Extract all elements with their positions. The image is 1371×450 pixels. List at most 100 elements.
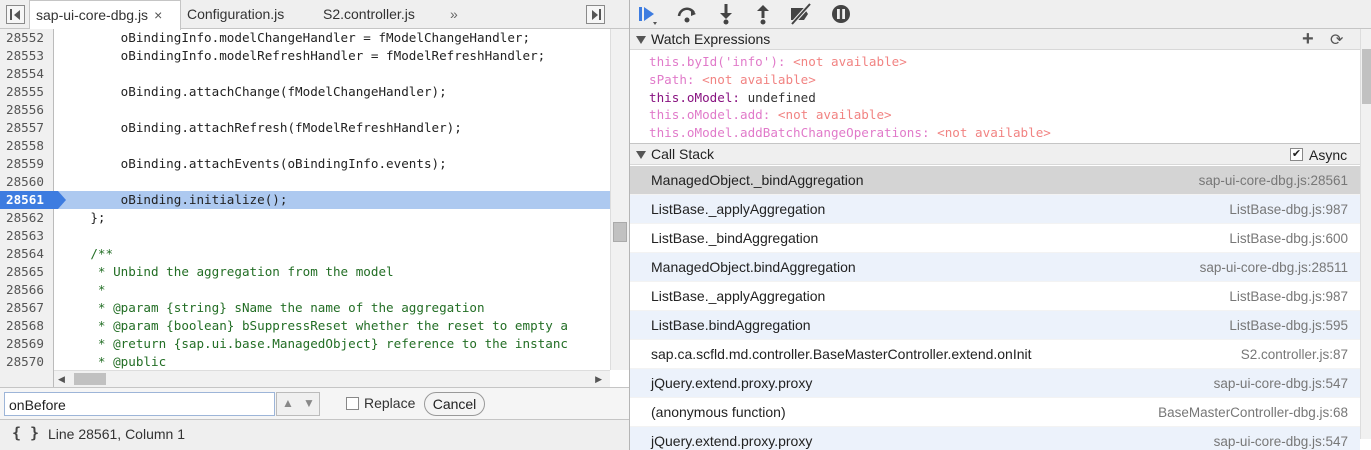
tab-s2-controller[interactable]: S2.controller.js bbox=[317, 0, 415, 29]
search-navigation[interactable]: ▲ ▼ bbox=[276, 392, 320, 416]
code-line[interactable]: 28553 oBindingInfo.modelRefreshHandler =… bbox=[0, 47, 610, 65]
expanded-triangle-icon[interactable] bbox=[636, 36, 646, 44]
step-over-icon[interactable] bbox=[674, 2, 700, 26]
line-number[interactable]: 28564 bbox=[0, 245, 54, 263]
async-checkbox[interactable]: ✔ bbox=[1290, 148, 1303, 161]
code-line[interactable]: 28560 bbox=[0, 173, 610, 191]
line-number[interactable]: 28562 bbox=[0, 209, 54, 227]
tabs-overflow-button[interactable]: » bbox=[450, 0, 458, 29]
call-frame[interactable]: ListBase._bindAggregation ListBase-dbg.js… bbox=[630, 224, 1360, 253]
line-number[interactable]: 28565 bbox=[0, 263, 54, 281]
call-frame-location[interactable]: ListBase-dbg.js:987 bbox=[1229, 195, 1348, 224]
line-number[interactable]: 28559 bbox=[0, 155, 54, 173]
code-line[interactable]: 28554 bbox=[0, 65, 610, 83]
expanded-triangle-icon[interactable] bbox=[636, 151, 646, 159]
code-line[interactable]: 28555 oBinding.attachChange(fModelChange… bbox=[0, 83, 610, 101]
call-frame[interactable]: ListBase._applyAggregation ListBase-dbg.j… bbox=[630, 282, 1360, 311]
code-line[interactable]: 28565 * Unbind the aggregation from the … bbox=[0, 263, 610, 281]
replace-checkbox[interactable] bbox=[346, 397, 359, 410]
cancel-button[interactable]: Cancel bbox=[424, 392, 485, 416]
editor-vertical-scrollbar[interactable] bbox=[610, 29, 629, 370]
resume-icon[interactable] bbox=[634, 2, 660, 26]
sidebar-vertical-scrollbar[interactable] bbox=[1360, 29, 1371, 439]
line-number[interactable]: 28570 bbox=[0, 353, 54, 370]
call-frame[interactable]: jQuery.extend.proxy.proxy sap-ui-core-dbg… bbox=[630, 369, 1360, 398]
line-number[interactable]: 28566 bbox=[0, 281, 54, 299]
code-line[interactable]: 28569 * @return {sap.ui.base.ManagedObje… bbox=[0, 335, 610, 353]
call-frame[interactable]: ListBase._applyAggregation ListBase-dbg.j… bbox=[630, 195, 1360, 224]
scroll-right-icon[interactable]: ▶ bbox=[595, 374, 602, 385]
watch-expression[interactable]: sPath: <not available> bbox=[649, 71, 816, 88]
call-frame[interactable]: ListBase.bindAggregation ListBase-dbg.js:… bbox=[630, 311, 1360, 340]
pause-on-exceptions-icon[interactable] bbox=[828, 2, 854, 26]
call-stack-header[interactable]: Call Stack ✔ Async bbox=[630, 143, 1360, 165]
line-number[interactable]: 28569 bbox=[0, 335, 54, 353]
watch-expression[interactable]: this.oModel.add: <not available> bbox=[649, 106, 892, 123]
call-frame[interactable]: ManagedObject.bindAggregation sap-ui-core… bbox=[630, 253, 1360, 282]
code-line[interactable]: 28568 * @param {boolean} bSuppressReset … bbox=[0, 317, 610, 335]
call-frame-location[interactable]: sap-ui-core-dbg.js:547 bbox=[1214, 369, 1348, 398]
search-input[interactable] bbox=[9, 396, 269, 414]
pretty-print-icon[interactable]: { } bbox=[12, 424, 39, 442]
scrollbar-thumb[interactable] bbox=[1362, 49, 1371, 104]
step-into-icon[interactable] bbox=[713, 2, 739, 26]
code-line[interactable]: 28570 * @public bbox=[0, 353, 610, 370]
watch-expression[interactable]: this.byId('info'): <not available> bbox=[649, 53, 907, 70]
line-number[interactable]: 28561 bbox=[0, 191, 66, 209]
watch-expression[interactable]: this.oModel.addBatchChangeOperations: <n… bbox=[649, 124, 1051, 141]
plus-icon[interactable]: + bbox=[1302, 28, 1314, 51]
call-frame-location[interactable]: ListBase-dbg.js:595 bbox=[1229, 311, 1348, 340]
code-line[interactable]: 28552 oBindingInfo.modelChangeHandler = … bbox=[0, 29, 610, 47]
call-frame-location[interactable]: S2.controller.js:87 bbox=[1241, 340, 1348, 369]
line-number[interactable]: 28567 bbox=[0, 299, 54, 317]
code-line[interactable]: 28563 bbox=[0, 227, 610, 245]
scrollbar-thumb[interactable] bbox=[613, 222, 627, 242]
call-frame[interactable]: (anonymous function) BaseMasterController… bbox=[630, 398, 1360, 427]
line-number[interactable]: 28563 bbox=[0, 227, 54, 245]
line-number[interactable]: 28552 bbox=[0, 29, 54, 47]
step-out-icon[interactable] bbox=[750, 2, 776, 26]
call-frame-location[interactable]: ListBase-dbg.js:987 bbox=[1229, 282, 1348, 311]
toggle-debugger-sidebar-button[interactable] bbox=[586, 5, 605, 24]
tab-sap-ui-core-dbg[interactable]: sap-ui-core-dbg.js × bbox=[29, 0, 181, 30]
line-number[interactable]: 28553 bbox=[0, 47, 54, 65]
code-line[interactable]: 28564 /** bbox=[0, 245, 610, 263]
search-field[interactable] bbox=[4, 392, 275, 416]
refresh-icon[interactable]: ⟳ bbox=[1330, 30, 1343, 50]
search-next-icon[interactable]: ▼ bbox=[303, 396, 315, 410]
toggle-navigator-button[interactable] bbox=[6, 5, 25, 24]
call-frame-location[interactable]: sap-ui-core-dbg.js:28511 bbox=[1200, 253, 1348, 282]
tab-configuration[interactable]: Configuration.js bbox=[181, 0, 284, 29]
line-number[interactable]: 28555 bbox=[0, 83, 54, 101]
code-line[interactable]: 28562 }; bbox=[0, 209, 610, 227]
line-number[interactable]: 28568 bbox=[0, 317, 54, 335]
line-number[interactable]: 28560 bbox=[0, 173, 54, 191]
code-line[interactable]: 28567 * @param {string} sName the name o… bbox=[0, 299, 610, 317]
watch-expression[interactable]: this.oModel: undefined bbox=[649, 89, 816, 106]
search-prev-icon[interactable]: ▲ bbox=[282, 396, 294, 410]
scroll-left-icon[interactable]: ◀ bbox=[58, 374, 65, 385]
current-execution-line[interactable]: 28561 oBinding.initialize(); bbox=[0, 191, 610, 209]
deactivate-breakpoints-icon[interactable] bbox=[788, 2, 814, 26]
line-number[interactable]: 28558 bbox=[0, 137, 54, 155]
code-line[interactable]: 28557 oBinding.attachRefresh(fModelRefre… bbox=[0, 119, 610, 137]
close-tab-icon[interactable]: × bbox=[154, 7, 162, 23]
call-frame-location[interactable]: BaseMasterController-dbg.js:68 bbox=[1158, 398, 1348, 427]
call-frame-location[interactable]: ListBase-dbg.js:600 bbox=[1229, 224, 1348, 253]
watch-expressions-header[interactable]: Watch Expressions + ⟳ bbox=[630, 28, 1360, 50]
code-line[interactable]: 28556 bbox=[0, 101, 610, 119]
call-frame-selected[interactable]: ManagedObject._bindAggregation sap-ui-cor… bbox=[630, 166, 1360, 195]
scrollbar-thumb[interactable] bbox=[74, 373, 106, 385]
code-line[interactable]: 28559 oBinding.attachEvents(oBindingInfo… bbox=[0, 155, 610, 173]
line-number[interactable]: 28556 bbox=[0, 101, 54, 119]
code-line[interactable]: 28566 * bbox=[0, 281, 610, 299]
code-editor[interactable]: 28552 oBindingInfo.modelChangeHandler = … bbox=[0, 29, 610, 370]
line-number[interactable]: 28557 bbox=[0, 119, 54, 137]
code-line[interactable]: 28558 bbox=[0, 137, 610, 155]
call-frame[interactable]: sap.ca.scfld.md.controller.BaseMasterCon… bbox=[630, 340, 1360, 369]
editor-horizontal-scrollbar[interactable]: ◀ ▶ bbox=[54, 370, 610, 387]
line-number[interactable]: 28554 bbox=[0, 65, 54, 83]
call-frame-location[interactable]: sap-ui-core-dbg.js:547 bbox=[1214, 427, 1348, 450]
call-frame-location[interactable]: sap-ui-core-dbg.js:28561 bbox=[1199, 166, 1348, 195]
call-frame[interactable]: jQuery.extend.proxy.proxy sap-ui-core-dbg… bbox=[630, 427, 1360, 450]
